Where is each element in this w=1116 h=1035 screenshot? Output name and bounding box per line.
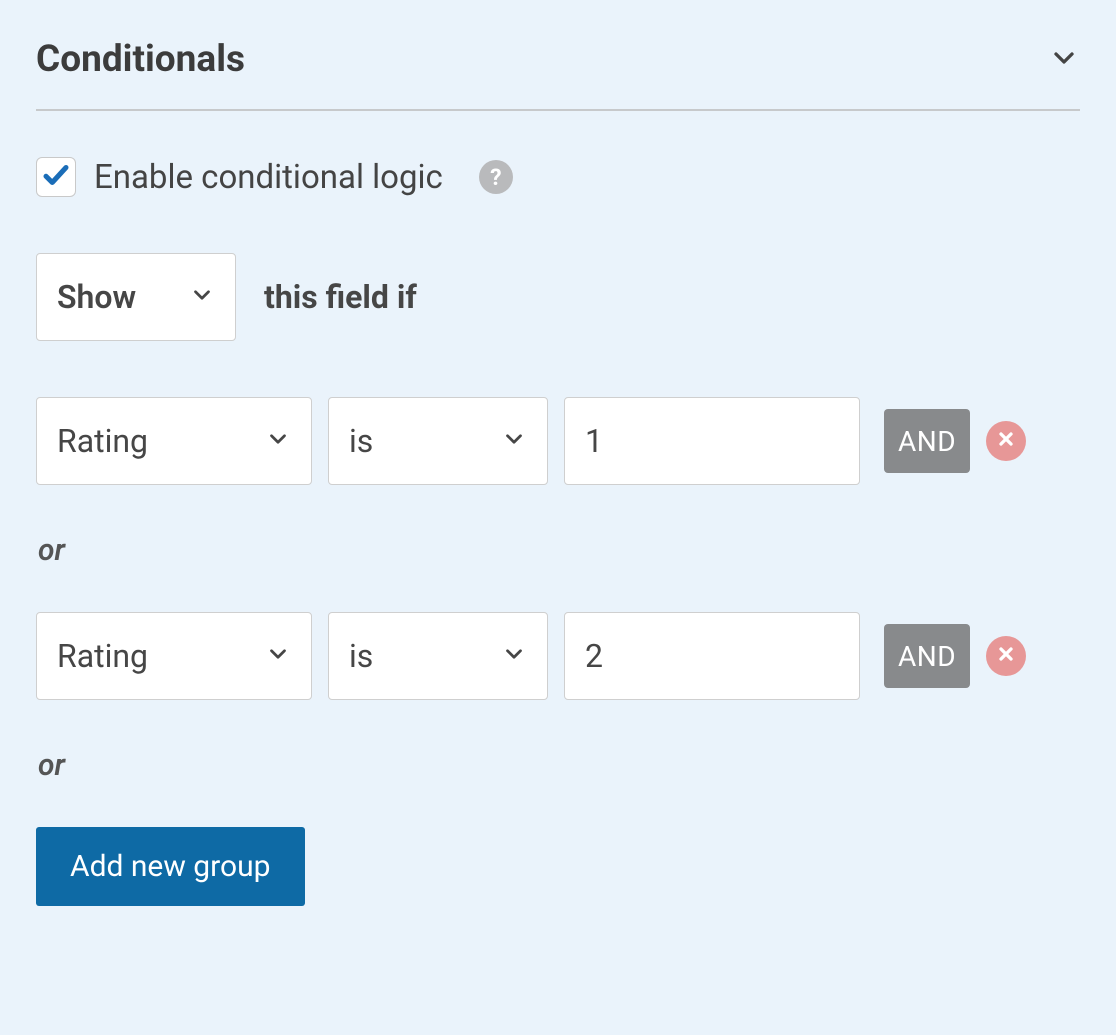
delete-rule-button[interactable] bbox=[986, 636, 1026, 676]
enable-conditional-row: Enable conditional logic ? bbox=[36, 157, 1080, 197]
action-value: Show bbox=[57, 278, 136, 316]
or-separator: or bbox=[38, 533, 1080, 568]
chevron-down-icon bbox=[501, 422, 527, 460]
enable-label: Enable conditional logic bbox=[94, 158, 443, 197]
checkmark-icon bbox=[41, 160, 71, 194]
rule-field-select[interactable]: Rating bbox=[36, 612, 312, 700]
rule-value-input[interactable] bbox=[564, 397, 860, 485]
rule-operator-value: is bbox=[349, 637, 373, 675]
rule-field-select[interactable]: Rating bbox=[36, 397, 312, 485]
rule-field-value: Rating bbox=[57, 637, 148, 675]
divider bbox=[36, 109, 1080, 111]
close-icon bbox=[996, 644, 1016, 668]
rule-row: Rating is AND bbox=[36, 397, 1080, 485]
delete-rule-button[interactable] bbox=[986, 421, 1026, 461]
chevron-down-icon bbox=[189, 278, 215, 316]
rule-field-value: Rating bbox=[57, 422, 148, 460]
rule-row: Rating is AND bbox=[36, 612, 1080, 700]
chevron-down-icon bbox=[265, 422, 291, 460]
rules-area: Show this field if Rating is AND bbox=[36, 253, 1080, 906]
and-button[interactable]: AND bbox=[884, 624, 970, 688]
chevron-down-icon bbox=[1048, 42, 1080, 78]
action-select[interactable]: Show bbox=[36, 253, 236, 341]
rule-operator-select[interactable]: is bbox=[328, 612, 548, 700]
conditionals-header[interactable]: Conditionals bbox=[36, 20, 1080, 109]
help-glyph: ? bbox=[490, 164, 501, 191]
action-row: Show this field if bbox=[36, 253, 1080, 341]
and-label: AND bbox=[898, 425, 956, 458]
help-icon[interactable]: ? bbox=[479, 160, 513, 194]
and-label: AND bbox=[898, 640, 956, 673]
rule-operator-value: is bbox=[349, 422, 373, 460]
chevron-down-icon bbox=[501, 637, 527, 675]
enable-checkbox[interactable] bbox=[36, 157, 76, 197]
or-separator: or bbox=[38, 748, 1080, 783]
close-icon bbox=[996, 429, 1016, 453]
chevron-down-icon bbox=[265, 637, 291, 675]
rule-operator-select[interactable]: is bbox=[328, 397, 548, 485]
and-button[interactable]: AND bbox=[884, 409, 970, 473]
action-suffix: this field if bbox=[264, 278, 417, 316]
add-group-label: Add new group bbox=[70, 849, 271, 884]
add-new-group-button[interactable]: Add new group bbox=[36, 827, 305, 906]
rule-value-input[interactable] bbox=[564, 612, 860, 700]
section-title: Conditionals bbox=[36, 38, 245, 81]
